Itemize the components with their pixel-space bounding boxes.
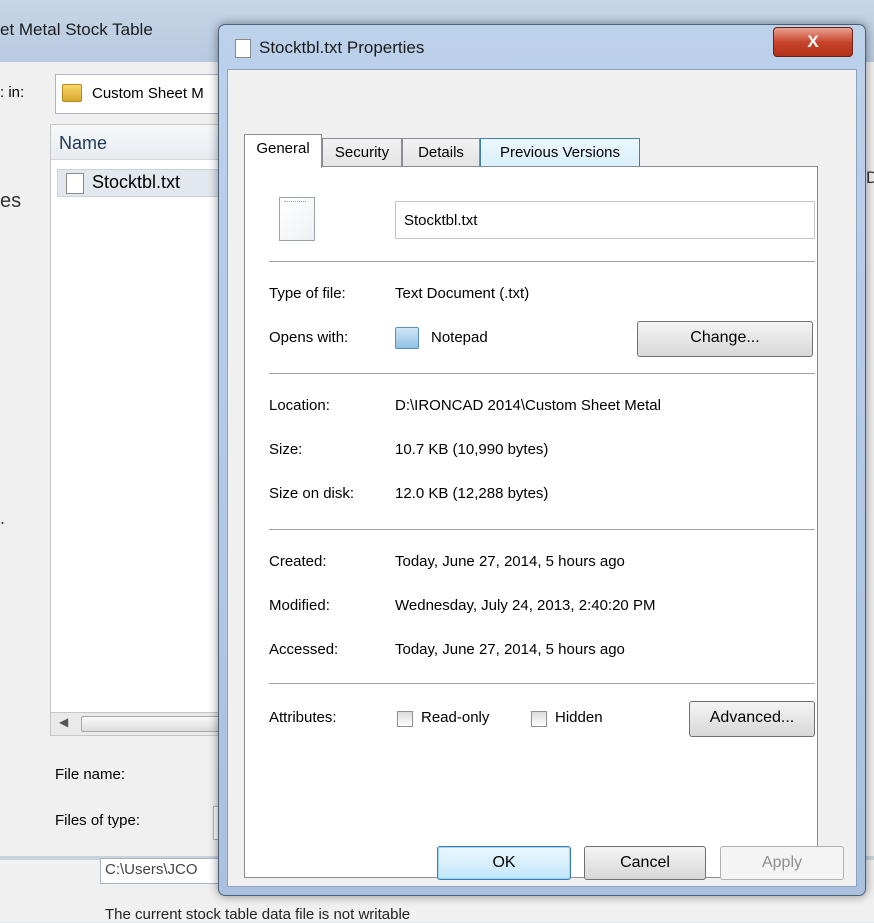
text-file-icon [66, 173, 84, 194]
accessed-label: Accessed: [269, 641, 339, 658]
separator [269, 683, 815, 684]
file-name-field[interactable] [395, 201, 815, 239]
look-in-folder: Custom Sheet M [92, 85, 204, 102]
notepad-icon [395, 327, 419, 349]
created-value: Today, June 27, 2014, 5 hours ago [395, 553, 625, 570]
advanced-button[interactable]: Advanced... [689, 701, 815, 737]
readonly-label[interactable]: Read-only [421, 709, 489, 726]
tab-details[interactable]: Details [402, 138, 480, 168]
dialog-client-area: General Security Details Previous Versio… [227, 69, 857, 887]
modified-label: Modified: [269, 597, 330, 614]
file-name: Stocktbl.txt [92, 172, 181, 192]
sidebar-fragment[interactable]: es [0, 190, 21, 213]
tab-security[interactable]: Security [322, 138, 402, 168]
file-row[interactable]: Stocktbl.txt [57, 169, 237, 197]
opens-with-value: Notepad [431, 329, 488, 346]
close-button[interactable]: X [773, 27, 853, 57]
general-tab-panel: Type of file: Text Document (.txt) Opens… [244, 166, 818, 878]
separator [269, 261, 815, 262]
type-of-file-label: Type of file: [269, 285, 346, 302]
change-button[interactable]: Change... [637, 321, 813, 357]
size-on-disk-label: Size on disk: [269, 485, 355, 502]
created-label: Created: [269, 553, 327, 570]
separator [269, 373, 815, 374]
ok-button[interactable]: OK [437, 846, 571, 880]
column-name-label: Name [59, 133, 108, 153]
column-header-name[interactable]: Name [51, 125, 239, 160]
tab-previous-versions[interactable]: Previous Versions [480, 138, 640, 168]
location-value: D:\IRONCAD 2014\Custom Sheet Metal [395, 397, 661, 414]
file-name-label: File name: [55, 766, 126, 783]
type-of-file-value: Text Document (.txt) [395, 285, 530, 302]
properties-dialog: Stocktbl.txt Properties X General Securi… [218, 24, 866, 896]
status-message: The current stock table data file is not… [105, 906, 411, 923]
modified-value: Wednesday, July 24, 2013, 2:40:20 PM [395, 597, 656, 614]
size-label: Size: [269, 441, 303, 458]
hidden-label[interactable]: Hidden [555, 709, 603, 726]
size-on-disk-value: 12.0 KB (12,288 bytes) [395, 485, 549, 502]
path-text: C:\Users\JCO [105, 861, 198, 878]
dialog-title: Stocktbl.txt Properties [259, 38, 425, 57]
scroll-left-icon[interactable]: ◀ [59, 715, 68, 729]
background-title: et Metal Stock Table [0, 20, 153, 39]
file-name-input[interactable] [404, 210, 804, 230]
tab-general[interactable]: General [244, 134, 322, 168]
horizontal-scrollbar[interactable]: ◀ [50, 712, 240, 736]
sidebar-dot: . [0, 508, 6, 528]
cancel-button[interactable]: Cancel [584, 846, 706, 880]
readonly-checkbox[interactable] [397, 711, 413, 727]
look-in-label: : in: [0, 84, 25, 101]
size-value: 10.7 KB (10,990 bytes) [395, 441, 549, 458]
hidden-checkbox[interactable] [531, 711, 547, 727]
accessed-value: Today, June 27, 2014, 5 hours ago [395, 641, 625, 658]
separator [269, 529, 815, 530]
scroll-thumb[interactable] [81, 716, 231, 732]
location-label: Location: [269, 397, 330, 414]
opens-with-label: Opens with: [269, 329, 349, 346]
folder-icon [62, 84, 82, 102]
text-file-icon [235, 39, 251, 58]
text-document-icon [279, 197, 315, 241]
apply-button[interactable]: Apply [720, 846, 844, 880]
attributes-label: Attributes: [269, 709, 337, 726]
right-edge-fragment: D [866, 168, 874, 187]
file-type-label: Files of type: [55, 812, 141, 829]
file-list[interactable]: Name Stocktbl.txt [50, 124, 240, 732]
